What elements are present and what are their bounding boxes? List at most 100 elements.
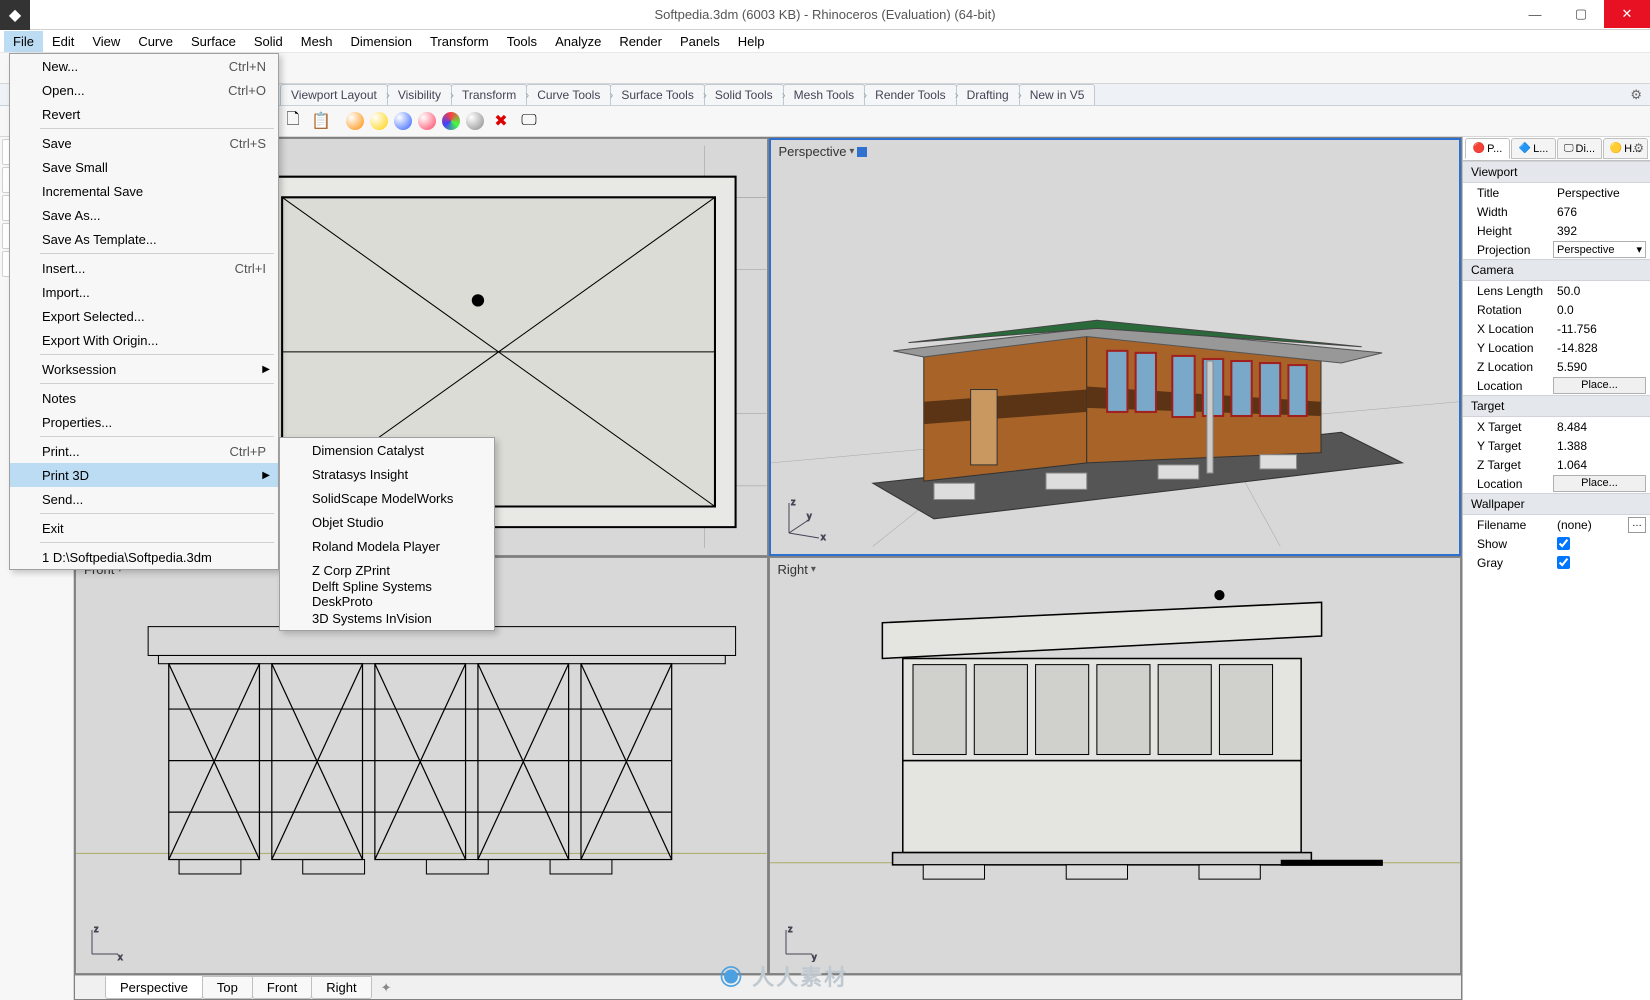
menu-panels[interactable]: Panels [671, 31, 729, 52]
add-viewport-tab[interactable]: ✦ [371, 977, 402, 999]
render-sphere-icon[interactable] [418, 112, 436, 130]
property-value[interactable]: 0.0 [1553, 303, 1650, 317]
watermark: ◉ 人人素材 [720, 960, 848, 992]
menuitem[interactable]: Notes [10, 386, 278, 410]
menuitem[interactable]: Save As Template... [10, 227, 278, 251]
tooltab[interactable]: Viewport Layout [280, 84, 388, 105]
property-value[interactable]: -14.828 [1553, 341, 1650, 355]
render-sphere-icon[interactable] [466, 112, 484, 130]
menu-transform[interactable]: Transform [421, 31, 498, 52]
toolbar-button[interactable]: 🗋 [280, 108, 306, 134]
submenuitem[interactable]: Delft Spline Systems DeskProto [280, 582, 494, 606]
toolbar-button[interactable]: 📋 [308, 108, 334, 134]
render-sphere-icon[interactable] [370, 112, 388, 130]
tooltab[interactable]: Solid Tools [704, 84, 784, 105]
menuitem[interactable]: Print 3D▶ [10, 463, 278, 487]
viewport-tab-front[interactable]: Front [252, 976, 312, 999]
menuitem[interactable]: Revert [10, 102, 278, 126]
menuitem[interactable]: Print...Ctrl+P [10, 439, 278, 463]
menuitem[interactable]: SaveCtrl+S [10, 131, 278, 155]
checkbox[interactable] [1557, 556, 1570, 569]
menu-tools[interactable]: Tools [498, 31, 546, 52]
menuitem[interactable]: Incremental Save [10, 179, 278, 203]
menu-render[interactable]: Render [610, 31, 671, 52]
minimize-button[interactable]: — [1512, 0, 1558, 28]
menu-file[interactable]: File [4, 31, 43, 52]
submenuitem[interactable]: 3D Systems InVision [280, 606, 494, 630]
viewport-tab-perspective[interactable]: Perspective [105, 976, 203, 999]
menuitem[interactable]: Insert...Ctrl+I [10, 256, 278, 280]
browse-button[interactable]: … [1628, 517, 1646, 533]
tooltab[interactable]: Surface Tools [610, 84, 705, 105]
tooltab[interactable]: Curve Tools [526, 84, 611, 105]
dropdown[interactable]: Perspective▾ [1553, 241, 1646, 258]
tooltab[interactable]: Mesh Tools [783, 84, 865, 105]
submenuitem[interactable]: Roland Modela Player [280, 534, 494, 558]
property-value[interactable]: 8.484 [1553, 420, 1650, 434]
property-value[interactable]: 5.590 [1553, 360, 1650, 374]
menuitem[interactable]: Properties... [10, 410, 278, 434]
tooltab[interactable]: Drafting [956, 84, 1020, 105]
menuitem[interactable]: Save Small [10, 155, 278, 179]
submenuitem[interactable]: Stratasys Insight [280, 462, 494, 486]
tooltab[interactable]: New in V5 [1019, 84, 1096, 105]
menuitem[interactable]: Open...Ctrl+O [10, 78, 278, 102]
panel-tab[interactable]: 🔷L... [1511, 138, 1556, 159]
menu-edit[interactable]: Edit [43, 31, 83, 52]
toolbar-button[interactable]: ✖ [488, 108, 514, 134]
menu-mesh[interactable]: Mesh [292, 31, 342, 52]
menu-solid[interactable]: Solid [245, 31, 292, 52]
menu-analyze[interactable]: Analyze [546, 31, 610, 52]
place-button[interactable]: Place... [1553, 377, 1646, 394]
property-value[interactable]: 50.0 [1553, 284, 1650, 298]
checkbox[interactable] [1557, 537, 1570, 550]
menuitem[interactable]: Import... [10, 280, 278, 304]
render-sphere-icon[interactable] [346, 112, 364, 130]
submenuitem[interactable]: SolidScape ModelWorks [280, 486, 494, 510]
monitor-icon[interactable]: 🖵 [516, 108, 542, 134]
panel-tab[interactable]: 🔴P... [1465, 138, 1510, 159]
menu-view[interactable]: View [83, 31, 129, 52]
menuitem[interactable]: Send... [10, 487, 278, 511]
tooltab[interactable]: Visibility [387, 84, 452, 105]
property-value[interactable]: 392 [1553, 224, 1650, 238]
render-sphere-icon[interactable] [394, 112, 412, 130]
section-header: Wallpaper [1463, 493, 1650, 515]
menuitem[interactable]: Worksession▶ [10, 357, 278, 381]
property-value[interactable]: -11.756 [1553, 322, 1650, 336]
menuitem[interactable]: Save As... [10, 203, 278, 227]
menuitem[interactable]: Export With Origin... [10, 328, 278, 352]
svg-text:y: y [807, 511, 812, 521]
property-value[interactable]: 1.388 [1553, 439, 1650, 453]
maximize-button[interactable]: ▢ [1558, 0, 1604, 28]
panel-tab[interactable]: 🖵Di... [1557, 138, 1602, 159]
menuitem[interactable]: 1 D:\Softpedia\Softpedia.3dm [10, 545, 278, 569]
menu-surface[interactable]: Surface [182, 31, 245, 52]
section-header: Viewport [1463, 161, 1650, 183]
place-button[interactable]: Place... [1553, 475, 1646, 492]
menu-curve[interactable]: Curve [129, 31, 182, 52]
viewport-tab-top[interactable]: Top [202, 976, 253, 999]
menu-help[interactable]: Help [729, 31, 774, 52]
menu-dimension[interactable]: Dimension [342, 31, 421, 52]
menuitem[interactable]: Exit [10, 516, 278, 540]
tooltab[interactable]: Render Tools [864, 84, 957, 105]
menuitem[interactable]: Export Selected... [10, 304, 278, 328]
viewport-perspective[interactable]: Perspective ▾ [769, 138, 1462, 556]
app-icon: ◆ [0, 0, 30, 30]
property-row: Show [1463, 534, 1650, 553]
viewport-right[interactable]: Right ▾ [769, 557, 1462, 975]
close-button[interactable]: ✕ [1604, 0, 1650, 28]
viewport-tab-right[interactable]: Right [311, 976, 371, 999]
tooltab[interactable]: Transform [451, 84, 527, 105]
submenuitem[interactable]: Dimension Catalyst [280, 438, 494, 462]
property-value[interactable]: Perspective [1553, 186, 1650, 200]
menuitem[interactable]: New...Ctrl+N [10, 54, 278, 78]
render-sphere-icon[interactable] [442, 112, 460, 130]
viewport-label[interactable]: Perspective ▾ [779, 144, 868, 159]
property-value[interactable]: 676 [1553, 205, 1650, 219]
property-value[interactable]: 1.064 [1553, 458, 1650, 472]
viewport-label[interactable]: Right ▾ [778, 562, 816, 577]
gear-icon[interactable]: ⚙ [1630, 87, 1642, 103]
submenuitem[interactable]: Objet Studio [280, 510, 494, 534]
